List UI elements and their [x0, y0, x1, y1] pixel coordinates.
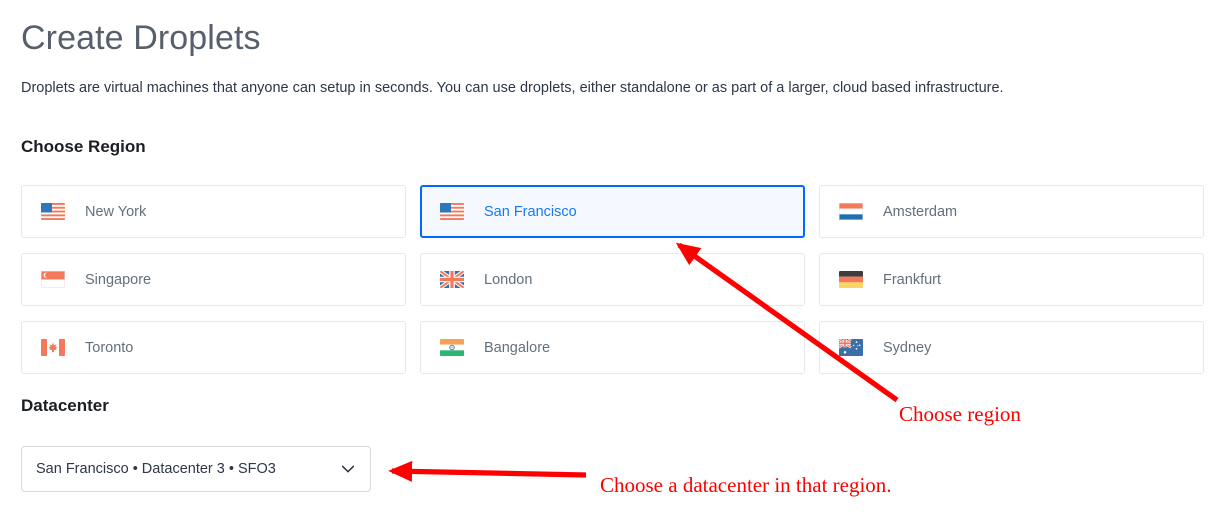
region-card-label: San Francisco	[484, 203, 577, 220]
region-card-label: London	[484, 271, 533, 288]
page-title: Create Droplets	[21, 19, 261, 57]
region-card-new-york[interactable]: New York	[21, 185, 406, 238]
region-card-frankfurt[interactable]: Frankfurt	[819, 253, 1204, 306]
flag-de-icon	[839, 271, 863, 288]
region-card-label: Toronto	[85, 339, 134, 356]
region-card-sydney[interactable]: Sydney	[819, 321, 1204, 374]
region-card-bangalore[interactable]: Bangalore	[420, 321, 805, 374]
page-description: Droplets are virtual machines that anyon…	[21, 80, 1004, 96]
region-grid: New York San Francisco Amsterdam Singapo…	[21, 185, 1204, 374]
region-card-amsterdam[interactable]: Amsterdam	[819, 185, 1204, 238]
region-card-label: Singapore	[85, 271, 152, 288]
flag-gb-icon	[440, 271, 464, 288]
flag-sg-icon	[41, 271, 65, 288]
region-card-london[interactable]: London	[420, 253, 805, 306]
region-card-singapore[interactable]: Singapore	[21, 253, 406, 306]
datacenter-select-value: San Francisco • Datacenter 3 • SFO3	[36, 461, 276, 477]
flag-us-icon	[440, 203, 464, 220]
region-card-san-francisco[interactable]: San Francisco	[420, 185, 805, 238]
flag-in-icon	[440, 339, 464, 356]
choose-region-heading: Choose Region	[21, 137, 146, 156]
region-card-label: Frankfurt	[883, 271, 942, 288]
region-card-label: Amsterdam	[883, 203, 958, 220]
annotation-choose-region: Choose region	[899, 402, 1021, 426]
arrow-to-datacenter-select	[388, 460, 587, 482]
flag-au-icon	[839, 339, 863, 356]
chevron-down-icon	[340, 461, 356, 477]
region-card-toronto[interactable]: Toronto	[21, 321, 406, 374]
region-card-label: Bangalore	[484, 339, 551, 356]
flag-ca-icon	[41, 339, 65, 356]
annotation-choose-datacenter: Choose a datacenter in that region.	[600, 473, 892, 497]
region-card-label: Sydney	[883, 339, 932, 356]
flag-us-icon	[41, 203, 65, 220]
datacenter-heading: Datacenter	[21, 396, 109, 415]
region-card-label: New York	[85, 203, 147, 220]
create-droplets-page: Create Droplets Droplets are virtual mac…	[0, 0, 1224, 518]
flag-nl-icon	[839, 203, 863, 220]
datacenter-select[interactable]: San Francisco • Datacenter 3 • SFO3	[21, 446, 371, 492]
